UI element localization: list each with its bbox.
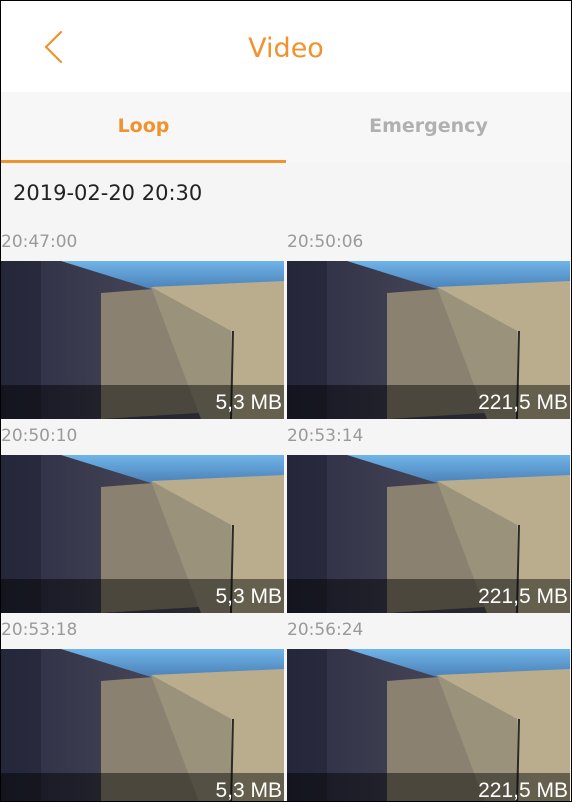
tab-loop[interactable]: Loop [1,92,286,163]
video-time: 20:50:06 [287,232,364,252]
video-size: 5,3 MB [215,391,282,414]
video-time: 20:47:00 [1,232,78,252]
app-screen: Video Loop Emergency 2019-02-20 20:30 20… [0,0,572,802]
video-list[interactable]: 2019-02-20 20:30 20:47:00 5,3 MB 20:50:0… [1,163,571,801]
video-item[interactable]: 20:50:06 221,5 MB [287,227,570,421]
video-size: 221,5 MB [478,779,568,801]
group-date-header: 2019-02-20 20:30 [13,181,203,205]
video-time: 20:53:14 [287,426,364,446]
video-size: 221,5 MB [478,391,568,414]
video-item[interactable]: 20:50:10 5,3 MB [1,421,284,615]
page-title: Video [248,33,324,64]
video-time: 20:50:10 [1,426,78,446]
tab-loop-label: Loop [117,114,170,137]
video-size: 5,3 MB [215,779,282,801]
video-time: 20:56:24 [287,620,364,640]
video-item[interactable]: 20:56:24 221,5 MB [287,615,570,801]
tab-emergency[interactable]: Emergency [286,92,571,163]
video-item[interactable]: 20:53:14 221,5 MB [287,421,570,615]
video-item[interactable]: 20:53:18 5,3 MB [1,615,284,801]
video-thumbnail[interactable]: 221,5 MB [287,261,570,419]
video-thumbnail[interactable]: 5,3 MB [1,261,284,419]
video-thumbnail[interactable]: 221,5 MB [287,455,570,613]
video-thumbnail[interactable]: 221,5 MB [287,649,570,801]
video-size: 221,5 MB [478,585,568,608]
video-thumbnail[interactable]: 5,3 MB [1,649,284,801]
tab-bar: Loop Emergency [1,92,571,163]
video-time: 20:53:18 [1,620,78,640]
video-item[interactable]: 20:47:00 5,3 MB [1,227,284,421]
video-size: 5,3 MB [215,585,282,608]
tab-emergency-label: Emergency [369,114,488,137]
video-thumbnail[interactable]: 5,3 MB [1,455,284,613]
header: Video [1,1,571,92]
